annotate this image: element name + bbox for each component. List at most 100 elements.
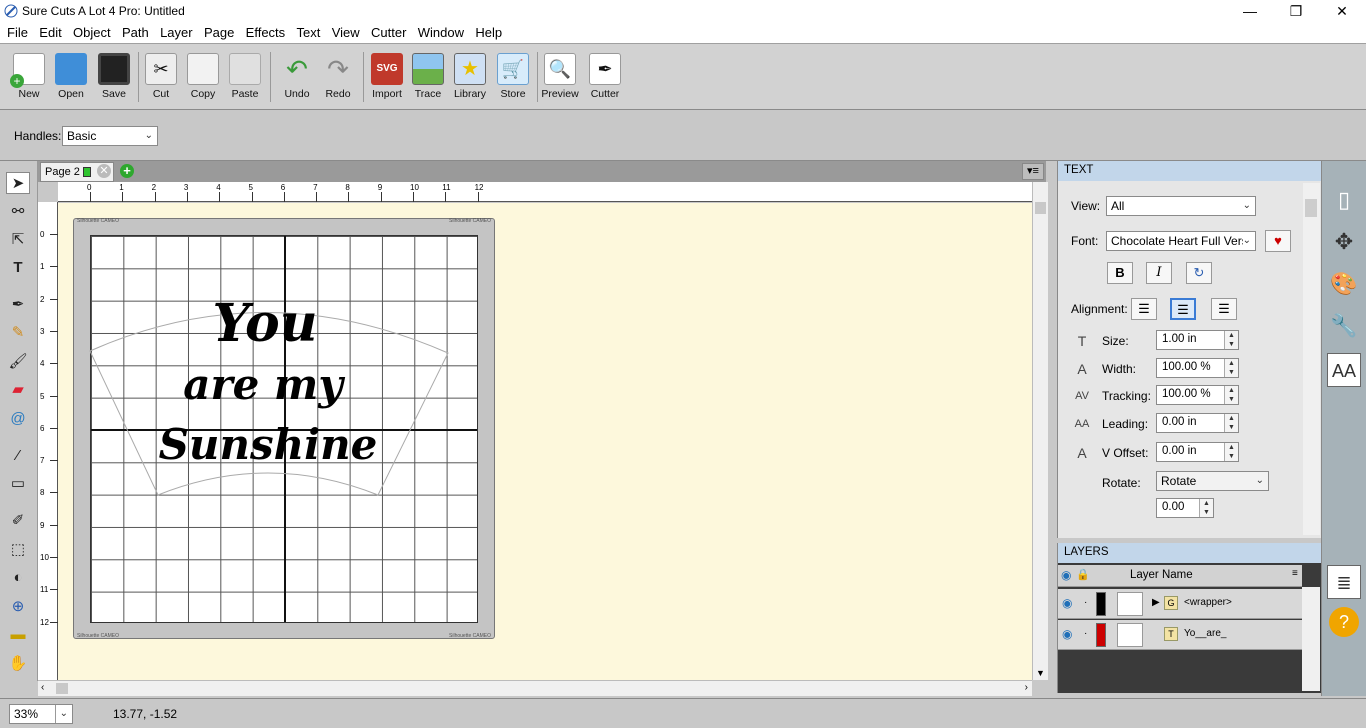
text-panel-scrollbar[interactable] [1303,183,1320,535]
wrench-panel-icon[interactable]: 🔧 [1327,309,1361,343]
layer-name[interactable]: <wrapper> [1184,597,1232,608]
select-tool-icon[interactable]: ➤ [6,172,30,194]
scroll-thumb[interactable] [1035,202,1046,214]
pen-tool-icon[interactable]: ✒ [6,294,30,316]
layers-menu-icon[interactable]: ≡ [1292,568,1298,579]
menu-object[interactable]: Object [69,22,115,40]
eye-icon[interactable]: ◉ [1062,627,1072,641]
expand-triangle-icon[interactable]: ▶ [1152,597,1160,608]
handles-select[interactable]: Basic ⌄ [62,126,158,146]
brush-tool-icon[interactable]: 🖌 [6,351,30,373]
cut-button[interactable]: ✂ Cut [141,50,181,100]
transform-tool-icon[interactable]: ⬚ [6,539,30,561]
menu-page[interactable]: Page [200,22,238,40]
design-text-line[interactable]: You [212,293,317,354]
layers-panel-tab-icon[interactable]: ≣ [1327,565,1361,599]
layer-color-swatch[interactable] [1096,592,1106,616]
eraser-tool-icon[interactable]: ▰ [6,379,30,401]
size-input[interactable]: 1.00 in ▲ ▼ [1156,330,1239,350]
menu-path[interactable]: Path [118,22,153,40]
minimize-button[interactable]: — [1227,0,1273,22]
save-button[interactable]: Save [94,50,134,100]
eye-icon[interactable]: ◉ [1062,596,1072,610]
page-panel-icon[interactable]: ▯ [1327,183,1361,217]
design-text-line[interactable]: Sunshine [159,420,378,469]
canvas-vertical-scrollbar[interactable]: ▼ [1032,182,1048,680]
paste-button[interactable]: Paste [225,50,265,100]
hand-tool-icon[interactable]: ✋ [6,653,30,675]
spinner-arrows-icon[interactable]: ▲ ▼ [1224,359,1238,377]
preview-button[interactable]: 🔍 Preview [540,50,580,100]
close-tab-icon[interactable]: ✕ [97,164,111,178]
eyedropper-tool-icon[interactable]: ⁄ [6,445,30,467]
library-button[interactable]: ★ Library [450,50,490,100]
menu-layer[interactable]: Layer [156,22,197,40]
menu-window[interactable]: Window [414,22,468,40]
new-button[interactable]: + New [9,50,49,100]
lock-toggle[interactable]: · [1084,597,1087,608]
lock-toggle[interactable]: · [1084,628,1087,639]
pencil-tool-icon[interactable]: ✎ [6,322,30,344]
zoom-tool-icon[interactable]: ⊕ [6,596,30,618]
maximize-button[interactable]: ❐ [1273,0,1319,22]
spinner-arrows-icon[interactable]: ▲ ▼ [1224,414,1238,432]
layer-name[interactable]: Yo__are_ [1184,628,1226,639]
undo-button[interactable]: ↶ Undo [277,50,317,100]
width-input[interactable]: 100.00 % ▲ ▼ [1156,358,1239,378]
spinner-arrows-icon[interactable]: ▲ ▼ [1224,443,1238,461]
align-right-icon[interactable]: ☰ [1211,298,1237,320]
lasso-tool-icon[interactable]: ⚯ [6,201,30,223]
import-button[interactable]: SVG Import [367,50,407,100]
menu-edit[interactable]: Edit [35,22,65,40]
leading-input[interactable]: 0.00 in ▲ ▼ [1156,413,1239,433]
palette-panel-icon[interactable]: 🎨 [1327,267,1361,301]
reset-text-button[interactable]: ↻ [1186,262,1212,284]
italic-button[interactable]: I [1146,262,1172,284]
design-text-line[interactable]: are my [183,360,345,409]
menu-effects[interactable]: Effects [242,22,290,40]
lock-icon[interactable]: 🔒 [1076,568,1090,581]
redo-button[interactable]: ↷ Redo [318,50,358,100]
font-select[interactable]: Chocolate Heart Full Versi ⌄ [1106,231,1256,251]
text-panel-tab-icon[interactable]: AA [1327,353,1361,387]
measure-tool-icon[interactable]: ▬ [6,624,30,646]
store-button[interactable]: 🛒 Store [493,50,533,100]
zoom-select[interactable]: 33% ⌄ [9,704,73,724]
align-left-icon[interactable]: ☰ [1131,298,1157,320]
spiral-tool-icon[interactable]: @ [6,408,30,430]
scroll-left-icon[interactable]: ‹ [41,682,44,693]
spinner-arrows-icon[interactable]: ▲ ▼ [1224,386,1238,404]
menu-cutter[interactable]: Cutter [367,22,410,40]
menu-text[interactable]: Text [293,22,325,40]
gradient-tool-icon[interactable]: ▭ [6,473,30,495]
canvas-horizontal-scrollbar[interactable]: ‹ › [38,680,1032,696]
open-button[interactable]: Open [51,50,91,100]
menu-help[interactable]: Help [471,22,506,40]
copy-button[interactable]: Copy [183,50,223,100]
scroll-down-icon[interactable]: ▼ [1036,668,1045,678]
layer-row[interactable]: ◉ · ▶ G <wrapper> [1058,589,1302,619]
layer-color-swatch[interactable] [1096,623,1106,647]
close-window-button[interactable]: ✕ [1319,0,1365,22]
scroll-thumb[interactable] [1305,199,1317,217]
menu-file[interactable]: File [3,22,32,40]
tab-menu-icon[interactable]: ▾≡ [1022,163,1044,180]
mirror-tool-icon[interactable]: ◐ [6,567,30,589]
node-select-tool-icon[interactable]: ⇱ [6,229,30,251]
bold-button[interactable]: B [1107,262,1133,284]
layer-row[interactable]: ◉ · T Yo__are_ [1058,620,1302,650]
spinner-arrows-icon[interactable]: ▲ ▼ [1199,499,1213,517]
add-page-icon[interactable]: + [120,164,134,178]
view-select[interactable]: All ⌄ [1106,196,1256,216]
scroll-thumb[interactable] [56,683,68,694]
menu-view[interactable]: View [328,22,364,40]
cutter-button[interactable]: ✒ Cutter [585,50,625,100]
help-icon[interactable]: ? [1329,607,1359,637]
align-center-icon[interactable]: ☰ [1170,298,1196,320]
spinner-arrows-icon[interactable]: ▲ ▼ [1224,331,1238,349]
move-panel-icon[interactable]: ✥ [1327,225,1361,259]
knife-tool-icon[interactable]: ✐ [6,510,30,532]
scroll-right-icon[interactable]: › [1025,682,1028,693]
eye-icon[interactable]: ◉ [1061,568,1071,582]
text-tool-icon[interactable]: T [6,257,30,279]
